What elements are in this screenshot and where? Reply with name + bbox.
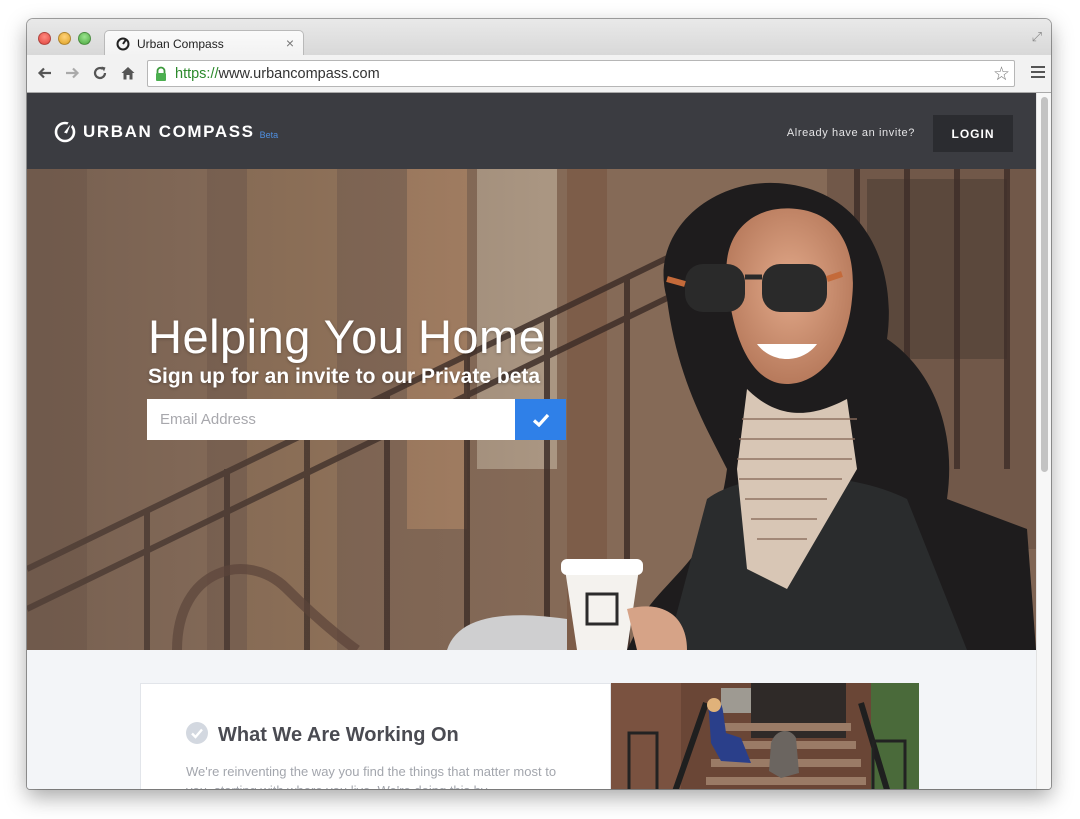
hero-title: Helping You Home [148,310,546,363]
site-logo[interactable]: URBAN COMPASS Beta [54,121,278,143]
invite-text: Already have an invite? [786,127,915,139]
browser-tab[interactable]: Urban Compass × [104,30,304,56]
site-header: URBAN COMPASS Beta Already have an invit… [27,93,1036,169]
hero-subtitle: Sign up for an invite to our Private bet… [148,365,541,388]
check-circle-icon [186,722,208,744]
browser-toolbar: https://www.urbancompass.com ☆ [27,55,1051,93]
section-title: What We Are Working On [218,724,459,746]
tab-close-icon[interactable]: × [286,35,294,51]
title-bar: Urban Compass × ⤢ [27,19,1051,56]
submit-email-button[interactable] [515,399,566,440]
zoom-window-button[interactable] [78,32,91,45]
page-scrollbar[interactable] [1036,93,1051,789]
login-button[interactable]: LOGIN [933,115,1013,152]
beta-label: Beta [259,129,279,140]
lock-icon [156,66,166,81]
working-on-card: What We Are Working On We're reinventing… [140,683,611,789]
hero-section: Helping You Home Sign up for an invite t… [27,169,1036,650]
compass-favicon-icon [116,37,130,51]
browser-window: Urban Compass × ⤢ https://www.urbancompa… [27,19,1051,789]
checkmark-icon [532,413,549,427]
minimize-window-button[interactable] [58,32,71,45]
logo-text: URBAN COMPASS [83,122,255,141]
forward-arrow-icon[interactable] [62,63,82,83]
section-body: We're reinventing the way you find the t… [186,764,557,789]
bookmark-star-icon[interactable]: ☆ [993,63,1010,86]
window-controls [38,32,91,45]
address-bar[interactable]: https://www.urbancompass.com ☆ [147,60,1015,87]
compass-logo-icon [54,121,76,143]
email-input[interactable] [147,399,515,440]
close-window-button[interactable] [38,32,51,45]
reload-icon[interactable] [90,63,110,83]
menu-icon[interactable] [1031,66,1045,79]
back-arrow-icon[interactable] [35,63,55,83]
scroll-thumb[interactable] [1041,97,1048,472]
fullscreen-icon[interactable]: ⤢ [1032,29,1042,45]
stoop-photo [611,683,919,789]
tab-title: Urban Compass [137,37,224,51]
home-icon[interactable] [118,63,138,83]
url-text: https://www.urbancompass.com [175,66,380,82]
page-viewport: URBAN COMPASS Beta Already have an invit… [27,93,1051,789]
